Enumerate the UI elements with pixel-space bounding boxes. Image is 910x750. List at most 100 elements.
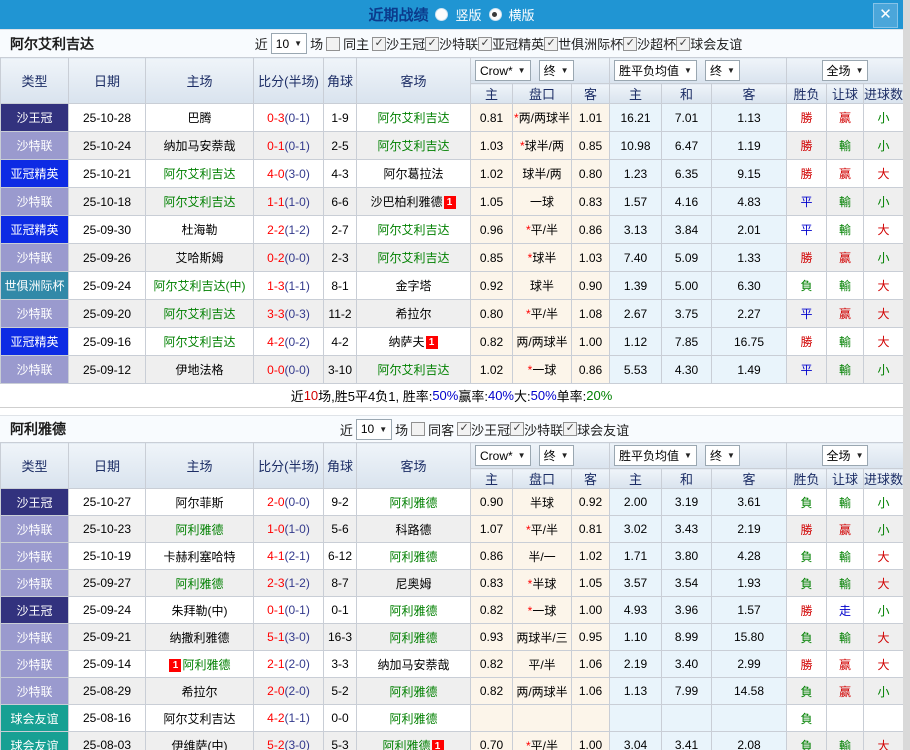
away-team-link[interactable]: 尼奥姆 xyxy=(395,577,431,591)
avg-odds-select[interactable]: 胜平负均值 ▼ xyxy=(614,60,697,81)
away-team-link[interactable]: 阿利雅德 xyxy=(389,712,437,726)
league-checkbox[interactable] xyxy=(623,36,638,51)
home-team-link[interactable]: 阿尔艾利吉达 xyxy=(163,712,235,726)
away-team-link[interactable]: 阿利雅德 xyxy=(389,496,437,510)
odds-state-select[interactable]: 终 ▼ xyxy=(538,60,574,81)
goals-result-cell: 小 xyxy=(863,596,903,624)
away-team-link[interactable]: 希拉尔 xyxy=(395,307,431,321)
home-team-link[interactable]: 阿尔艾利吉达(中) xyxy=(154,279,246,293)
vertical-layout-radio[interactable] xyxy=(435,8,449,21)
score-cell: 5-2(3-0) xyxy=(253,731,324,750)
home-team-link[interactable]: 纳撒利雅德 xyxy=(169,631,229,645)
home-team-link[interactable]: 阿利雅德 xyxy=(175,577,223,591)
home-team-link[interactable]: 阿尔艾利吉达 xyxy=(163,307,235,321)
away-team-link[interactable]: 阿利雅德 xyxy=(382,739,430,750)
handicap-result-cell: 輸 xyxy=(826,215,865,244)
win-avg-cell: 3.57 xyxy=(609,569,662,597)
league-checkbox[interactable] xyxy=(457,422,472,436)
away-team-link[interactable]: 纳加马安萘哉 xyxy=(377,658,449,672)
home-team-link[interactable]: 伊维萨(中) xyxy=(172,739,228,750)
away-team-link[interactable]: 纳萨夫 xyxy=(388,335,424,349)
away-team-link[interactable]: 阿尔艾利吉达 xyxy=(377,251,449,265)
home-team-link[interactable]: 阿尔菲斯 xyxy=(175,496,223,510)
lose-avg-cell: 1.13 xyxy=(710,103,788,132)
away-team-link[interactable]: 阿尔艾利吉达 xyxy=(377,363,449,377)
away-team-link[interactable]: 阿尔艾利吉达 xyxy=(377,111,449,125)
league-checkbox[interactable] xyxy=(510,422,525,436)
match-count-select[interactable]: 10 ▼ xyxy=(355,418,393,440)
home-odds-cell: 0.82 xyxy=(470,677,513,705)
league-checkbox[interactable] xyxy=(676,36,691,51)
avg-odds-select[interactable]: 胜平负均值 ▼ xyxy=(614,445,697,466)
league-checkbox[interactable] xyxy=(478,36,493,51)
team-name: 阿尔艾利吉达 xyxy=(10,35,94,52)
close-icon[interactable]: ✕ xyxy=(873,3,898,28)
goals-result-cell: 小 xyxy=(863,355,903,384)
handicap-result-cell: 輸 xyxy=(826,731,865,750)
away-team-link[interactable]: 阿利雅德 xyxy=(389,604,437,618)
home-team-link[interactable]: 纳加马安萘哉 xyxy=(163,139,235,153)
away-team-link[interactable]: 阿利雅德 xyxy=(389,685,437,699)
home-team-link[interactable]: 朱拜勒(中) xyxy=(172,604,228,618)
home-team-link[interactable]: 阿尔艾利吉达 xyxy=(163,195,235,209)
corner-cell: 2-5 xyxy=(323,131,357,160)
lose-avg-cell: 9.15 xyxy=(710,159,788,188)
date-cell: 25-09-24 xyxy=(68,596,146,624)
scope-select[interactable]: 全场 ▼ xyxy=(821,445,869,466)
away-team-link[interactable]: 金字塔 xyxy=(395,279,431,293)
home-team-link[interactable]: 阿利雅德 xyxy=(182,658,230,672)
home-team-link[interactable]: 伊地法格 xyxy=(175,363,223,377)
odds-company-select[interactable]: Crow* ▼ xyxy=(475,445,531,466)
draw-avg-cell: 6.35 xyxy=(661,159,712,188)
corner-cell: 5-3 xyxy=(323,731,357,750)
league-checkbox[interactable] xyxy=(544,36,559,51)
league-type-cell: 沙特联 xyxy=(0,569,69,597)
odds-company-select[interactable]: Crow* ▼ xyxy=(475,60,531,81)
odds-state-select[interactable]: 终 ▼ xyxy=(538,445,574,466)
avg-state-select[interactable]: 终 ▼ xyxy=(704,445,740,466)
league-checkbox[interactable] xyxy=(425,36,440,51)
home-team-link[interactable]: 阿尔艾利吉达 xyxy=(163,167,235,181)
away-team-link[interactable]: 阿尔艾利吉达 xyxy=(377,223,449,237)
handicap-value: 球半 xyxy=(532,251,557,265)
home-team-link[interactable]: 艾哈斯姆 xyxy=(175,251,223,265)
away-team-link[interactable]: 阿尔葛拉法 xyxy=(383,167,443,181)
lose-avg-cell: 1.49 xyxy=(710,355,788,384)
away-team-link[interactable]: 阿尔艾利吉达 xyxy=(377,139,449,153)
score-cell: 4-2(0-2) xyxy=(253,327,324,356)
horizontal-layout-radio[interactable] xyxy=(488,8,502,21)
corner-cell: 5-2 xyxy=(323,677,357,705)
away-team-link[interactable]: 沙巴柏利雅德 xyxy=(370,195,442,209)
sub-home: 主 xyxy=(470,83,513,104)
win-avg-cell: 5.53 xyxy=(609,355,662,384)
away-odds-cell: 1.00 xyxy=(571,596,610,624)
avg-state-select[interactable]: 终 ▼ xyxy=(704,60,740,81)
handicap-result-cell: 輸 xyxy=(826,569,865,597)
home-team-link[interactable]: 阿尔艾利吉达 xyxy=(163,335,235,349)
handicap-result-cell: 走 xyxy=(826,596,865,624)
result-cell: 負 xyxy=(786,623,828,651)
unit-label: 场 xyxy=(395,422,409,438)
home-team-link[interactable]: 巴腾 xyxy=(187,111,211,125)
home-team-link[interactable]: 阿利雅德 xyxy=(175,523,223,537)
draw-avg-cell: 8.99 xyxy=(661,623,712,651)
away-odds-cell: 0.81 xyxy=(571,515,610,543)
scope-select[interactable]: 全场 ▼ xyxy=(821,60,869,81)
horizontal-layout-label: 横版 xyxy=(508,8,535,23)
league-checkbox[interactable] xyxy=(372,36,387,51)
home-team-link[interactable]: 杜海勒 xyxy=(181,223,217,237)
away-team-link[interactable]: 阿利雅德 xyxy=(389,631,437,645)
summary-segment: 大: xyxy=(514,389,531,404)
away-team-link[interactable]: 阿利雅德 xyxy=(389,550,437,564)
away-team-link[interactable]: 科路德 xyxy=(395,523,431,537)
match-count-select[interactable]: 10 ▼ xyxy=(270,33,308,54)
handicap-value: 一球 xyxy=(532,363,557,377)
home-team-link[interactable]: 卡赫利塞哈特 xyxy=(163,550,235,564)
handicap-cell: 两/两球半 xyxy=(512,327,572,356)
home-team-link[interactable]: 希拉尔 xyxy=(181,685,217,699)
fulltime-score: 0-1 xyxy=(267,603,285,617)
away-odds-cell: 1.05 xyxy=(571,569,610,597)
same-venue-checkbox[interactable] xyxy=(326,36,341,51)
same-venue-checkbox[interactable] xyxy=(411,422,426,436)
league-checkbox[interactable] xyxy=(563,422,578,436)
